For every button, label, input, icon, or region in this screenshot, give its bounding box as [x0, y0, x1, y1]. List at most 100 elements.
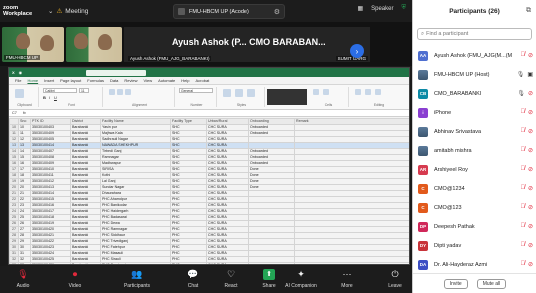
next-page-arrow-icon[interactable]: ›: [350, 44, 364, 58]
name-box[interactable]: C7: [12, 111, 17, 115]
mic-muted-icon[interactable]: 🎙̸: [520, 52, 525, 59]
participant-row[interactable]: amitabh mishra 🎙̸ ⊘: [413, 141, 536, 160]
formula-bar[interactable]: C7 fx: [9, 110, 409, 117]
sort-filter-icon[interactable]: [365, 89, 371, 95]
mic-muted-icon[interactable]: 🎙̸: [520, 128, 525, 135]
excel-tab-home[interactable]: Home: [27, 78, 38, 83]
video-tile-host[interactable]: FMU-HBCM UP: [2, 27, 64, 62]
table-cell[interactable]: [248, 262, 295, 264]
find-select-icon[interactable]: [375, 89, 381, 95]
pop-out-icon[interactable]: ⧉: [526, 7, 531, 15]
participant-row[interactable]: i iPhone 🎙̸ ⊘: [413, 103, 536, 122]
participants-button[interactable]: 👥 Participants: [120, 269, 154, 289]
bold-icon[interactable]: B: [43, 95, 46, 100]
mic-icon[interactable]: 🎙: [517, 90, 525, 97]
meeting-label[interactable]: Meeting: [65, 8, 88, 15]
mic-muted-icon[interactable]: 🎙̸: [520, 166, 525, 173]
insert-cells-icon[interactable]: [313, 89, 319, 95]
participant-row[interactable]: AR Arshiyeel Roy 🎙̸ ⊘: [413, 160, 536, 179]
participant-row[interactable]: FMU-HBCM UP (Host) 🎙 ▣: [413, 65, 536, 84]
italic-icon[interactable]: I: [49, 95, 50, 100]
audio-button[interactable]: 🎙 Audio: [6, 269, 40, 289]
autosum-icon[interactable]: [355, 89, 361, 95]
wrap-text-icon[interactable]: [125, 89, 131, 95]
participant-row[interactable]: DY Dipti yadav 🎙̸ ⊘: [413, 236, 536, 255]
excel-tab-formulas[interactable]: Formulas: [87, 78, 104, 83]
participant-row[interactable]: DA Dr. Ali-Hayderaz Azmi 🎙̸ ⊘: [413, 255, 536, 274]
cell-styles-icon[interactable]: [247, 89, 255, 97]
mic-muted-icon[interactable]: 🎙̸: [520, 223, 525, 230]
excel-tab-insert[interactable]: Insert: [44, 78, 54, 83]
excel-tab-data[interactable]: Data: [110, 78, 118, 83]
table-cell[interactable]: Barabanki: [70, 262, 101, 264]
chat-button[interactable]: 💬 Chat: [176, 269, 210, 289]
excel-tab-acrobat[interactable]: Acrobat: [196, 78, 210, 83]
video-muted-icon[interactable]: ⊘: [528, 128, 533, 135]
underline-icon[interactable]: U: [54, 95, 57, 100]
video-muted-icon[interactable]: ⊘: [528, 147, 533, 154]
conditional-formatting-icon[interactable]: [223, 89, 231, 97]
grid-view-icon[interactable]: ▦: [357, 5, 363, 12]
gear-icon[interactable]: ⚙: [274, 8, 280, 16]
participant-row[interactable]: CB CMO_BARABANKI 🎙 ⊘: [413, 84, 536, 103]
excel-tab-review[interactable]: Review: [124, 78, 137, 83]
share-button[interactable]: ⬆ Share: [252, 269, 286, 289]
mic-muted-icon[interactable]: 🎙̸: [520, 185, 525, 192]
mic-muted-icon[interactable]: 🎙̸: [520, 261, 525, 268]
table-cell[interactable]: CHC SURA: [206, 262, 249, 264]
video-muted-icon[interactable]: ⊘: [528, 90, 533, 97]
screen-share-pill[interactable]: FMU-HBCM UP (Acode) ⚙: [173, 4, 285, 19]
speaker-view-button[interactable]: Speaker: [371, 6, 393, 12]
participant-row[interactable]: C CMO@1234 🎙̸ ⊘: [413, 179, 536, 198]
excel-search-box[interactable]: [86, 69, 147, 76]
participant-row[interactable]: Abhinav Srivastava 🎙̸ ⊘: [413, 122, 536, 141]
paste-icon[interactable]: [15, 89, 24, 98]
participant-search-input[interactable]: ⌕ Find a participant: [417, 28, 532, 40]
format-as-table-icon[interactable]: [235, 89, 243, 97]
table-row[interactable]: 33 33 35030100426 Barabanki PHC Suratganj PHC…: [9, 262, 409, 264]
mic-icon[interactable]: 🎙: [517, 71, 525, 78]
video-muted-icon[interactable]: ⊘: [528, 185, 533, 192]
react-button[interactable]: ♡ React: [214, 269, 248, 289]
excel-tab-automate[interactable]: Automate: [158, 78, 175, 83]
participant-row[interactable]: C CMO@123 🎙̸ ⊘: [413, 198, 536, 217]
video-button[interactable]: ⏺ Video: [58, 269, 92, 289]
ai-companion-button[interactable]: ✦ AI Companion: [284, 269, 318, 289]
video-muted-icon[interactable]: ⊘: [528, 242, 533, 249]
leave-button[interactable]: ⏻ Leave: [378, 269, 412, 289]
excel-tab-file[interactable]: File: [15, 78, 21, 83]
video-muted-icon[interactable]: ⊘: [528, 166, 533, 173]
participant-row[interactable]: AA Ayush Ashok (FMU_AJG(M...(Me) 🎙̸ ⊘: [413, 46, 536, 65]
spreadsheet-grid[interactable]: Sno PTK ID District Facility Name Facility T…: [9, 118, 409, 264]
video-muted-icon[interactable]: ⊘: [528, 204, 533, 211]
align-top-icon[interactable]: [109, 89, 115, 95]
table-cell[interactable]: [294, 262, 409, 264]
excel-tab-page-layout[interactable]: Page layout: [60, 78, 81, 83]
mic-muted-icon[interactable]: 🎙̸: [520, 109, 525, 116]
mute-all-button[interactable]: Mute all: [476, 278, 507, 289]
video-muted-icon[interactable]: ⊘: [528, 109, 533, 116]
table-cell[interactable]: 35030100426: [30, 262, 71, 264]
delete-cells-icon[interactable]: [323, 89, 329, 95]
shield-icon[interactable]: ⛨: [401, 5, 406, 12]
table-cell[interactable]: PHC Suratganj: [100, 262, 171, 264]
video-icon[interactable]: ▣: [527, 71, 533, 78]
meeting-info-icon[interactable]: ⚠: [56, 7, 62, 15]
table-cell[interactable]: 33: [18, 262, 31, 264]
video-muted-icon[interactable]: ⊘: [528, 223, 533, 230]
font-size-select[interactable]: 11: [79, 88, 89, 93]
number-format-select[interactable]: General: [179, 88, 213, 93]
mic-muted-icon[interactable]: 🎙̸: [520, 147, 525, 154]
more-button[interactable]: ⋯ More: [330, 269, 364, 289]
excel-tab-view[interactable]: View: [144, 78, 153, 83]
active-speaker-tile[interactable]: Ayush Ashok (P... CMO BARABAN... Ayush A…: [124, 27, 370, 62]
meeting-menu[interactable]: ⌄ ⚠ Meeting: [48, 7, 88, 16]
mic-muted-icon[interactable]: 🎙̸: [520, 242, 525, 249]
video-muted-icon[interactable]: ⊘: [528, 52, 533, 59]
chevron-down-icon[interactable]: ⌄: [48, 7, 53, 15]
video-muted-icon[interactable]: ⊘: [528, 261, 533, 268]
participant-row[interactable]: DP Deepesh Pathak 🎙̸ ⊘: [413, 217, 536, 236]
invite-button[interactable]: Invite: [443, 278, 468, 289]
row-number[interactable]: 33: [9, 262, 19, 264]
table-cell[interactable]: PHC: [170, 262, 207, 264]
